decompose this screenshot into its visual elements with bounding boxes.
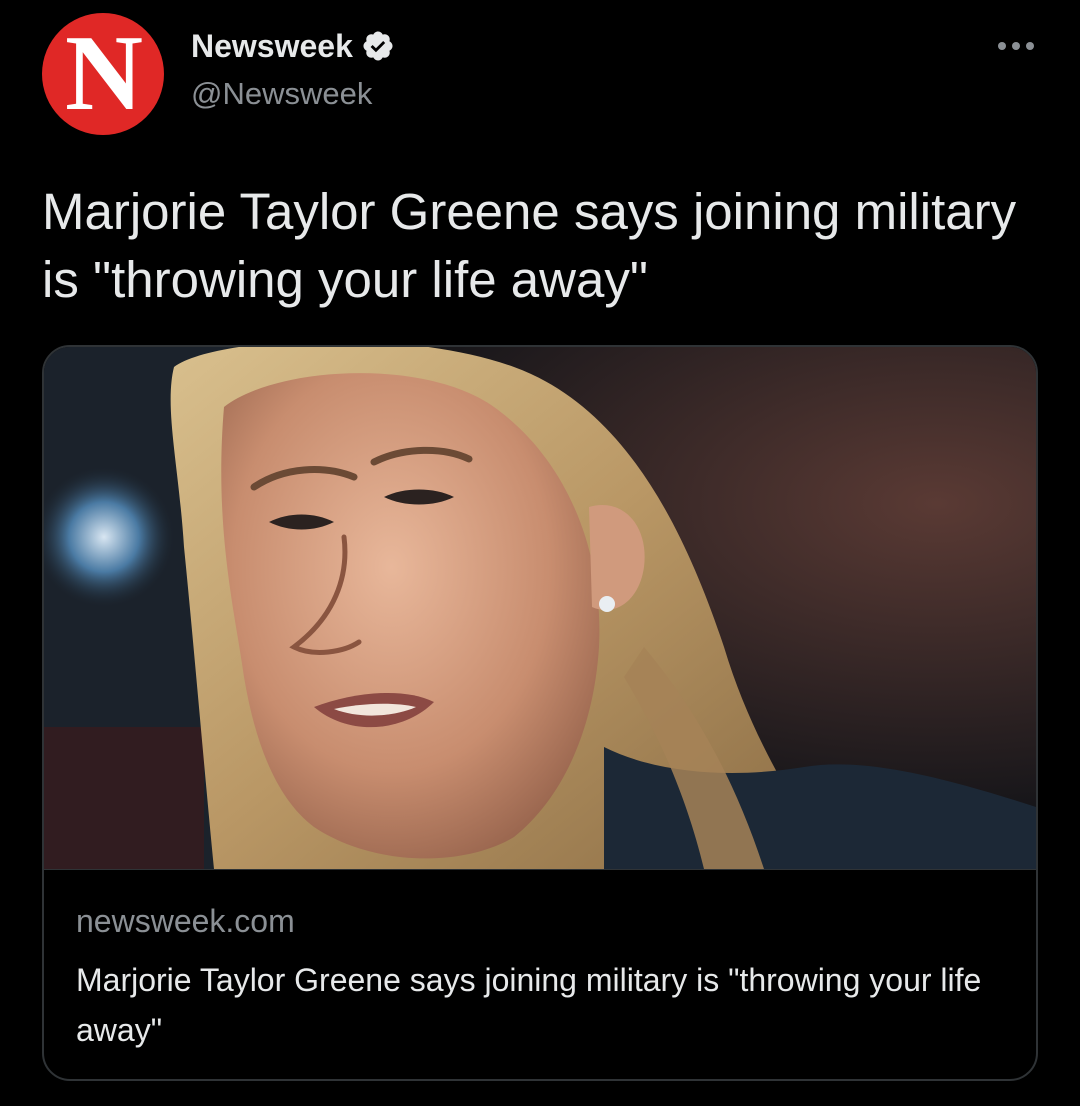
verified-badge-icon (361, 29, 395, 63)
tweet-text: Marjorie Taylor Greene says joining mili… (42, 183, 1017, 308)
link-preview-card[interactable]: newsweek.com Marjorie Taylor Greene says… (42, 345, 1038, 1081)
more-horizontal-icon[interactable] (995, 34, 1037, 58)
card-domain: newsweek.com (76, 903, 295, 939)
newsweek-logo: N (65, 14, 143, 133)
card-title: Marjorie Taylor Greene says joining mili… (76, 962, 982, 1048)
avatar[interactable]: N (42, 13, 164, 135)
card-photo (44, 347, 1036, 869)
author-display-name[interactable]: Newsweek (191, 28, 353, 65)
author-handle[interactable]: @Newsweek (191, 76, 372, 112)
author-name-row: Newsweek (191, 24, 395, 68)
tweet: N Newsweek @Newsweek Marjorie Taylor Gre… (0, 0, 1080, 1106)
card-divider (44, 869, 1036, 870)
